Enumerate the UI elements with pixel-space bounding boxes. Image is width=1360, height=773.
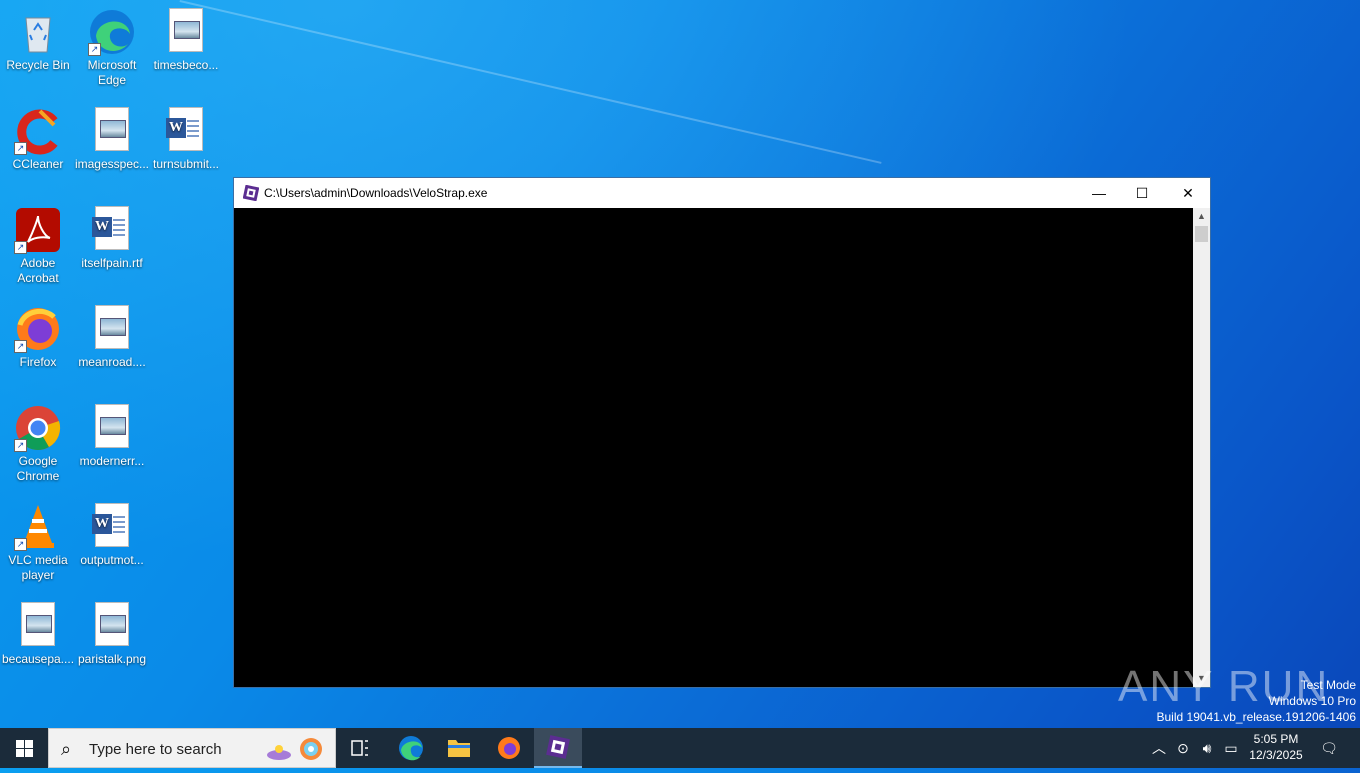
test-mode-watermark: Test Mode Windows 10 Pro Build 19041.vb_…: [1157, 677, 1357, 725]
image-file-icon: [88, 404, 136, 452]
desktop-icon-paristalk[interactable]: paristalk.png: [74, 602, 150, 667]
desktop-icon-label: CCleaner: [12, 157, 64, 171]
taskbar-firefox-button[interactable]: [485, 728, 533, 768]
desktop-icon-label: turnsubmit...: [152, 157, 220, 171]
desktop-icon-label: imagesspec...: [74, 157, 150, 171]
taskbar-edge-button[interactable]: [387, 728, 435, 768]
taskbar-file-explorer-button[interactable]: [435, 728, 483, 768]
window-title: C:\Users\admin\Downloads\VeloStrap.exe: [264, 186, 488, 200]
desktop-icon-meanroad[interactable]: meanroad....: [74, 305, 150, 370]
edge-icon: ↗: [88, 8, 136, 56]
desktop-icon-label: modernerr...: [79, 454, 145, 468]
desktop-icon-imagesspec[interactable]: imagesspec...: [74, 107, 150, 172]
taskbar-clock[interactable]: 5:05 PM 12/3/2025: [1238, 731, 1314, 763]
desktop-icon-label: itselfpain.rtf: [81, 256, 143, 270]
edge-icon: [399, 736, 423, 761]
desktop-icon-itselfpain[interactable]: W itselfpain.rtf: [74, 206, 150, 271]
scroll-up-arrow-icon[interactable]: ▲: [1193, 208, 1210, 225]
desktop-icon-firefox[interactable]: ↗ Firefox: [0, 305, 76, 370]
image-file-icon: [162, 8, 210, 56]
desktop-icon-modernerr[interactable]: modernerr...: [74, 404, 150, 469]
taskbar: ⌕ Type here to search ︿ ⊙ 🔊︎ ▭ 5:05 PM 1…: [0, 728, 1360, 768]
clock-time: 5:05 PM: [1253, 732, 1299, 746]
desktop-icon-turnsubmit[interactable]: W turnsubmit...: [148, 107, 224, 172]
search-highlight-icon: [267, 738, 322, 760]
desktop-icon-recycle-bin[interactable]: Recycle Bin: [0, 8, 76, 73]
window-titlebar[interactable]: C:\Users\admin\Downloads\VeloStrap.exe —…: [234, 178, 1210, 208]
desktop-icon-label: becausepa....: [1, 652, 75, 666]
ccleaner-icon: ↗: [14, 107, 62, 155]
recycle-bin-icon: [14, 8, 62, 56]
desktop-icon-label: Microsoft Edge: [87, 58, 137, 87]
desktop-icon-outputmot[interactable]: W outputmot...: [74, 503, 150, 568]
task-view-icon: [351, 740, 368, 756]
shortcut-arrow-icon: ↗: [14, 241, 27, 254]
search-placeholder: Type here to search: [89, 741, 222, 758]
start-button[interactable]: [0, 728, 48, 768]
shortcut-arrow-icon: ↗: [14, 538, 27, 551]
watermark-line: Build 19041.vb_release.191206-1406: [1156, 710, 1357, 724]
velostrap-app-icon: [243, 185, 259, 201]
desktop-icon-label: Adobe Acrobat: [17, 256, 59, 285]
chrome-icon: ↗: [14, 404, 62, 452]
word-file-icon: W: [162, 107, 210, 155]
desktop-icon-acrobat[interactable]: ↗ Adobe Acrobat: [0, 206, 76, 286]
taskbar-velostrap-button[interactable]: [534, 728, 582, 768]
desktop-icon-ccleaner[interactable]: ↗ CCleaner: [0, 107, 76, 172]
firefox-icon: [498, 737, 520, 759]
desktop-icon-label: outputmot...: [80, 553, 144, 567]
vertical-scrollbar[interactable]: ▲ ▼: [1193, 208, 1210, 687]
watermark-line: Windows 10 Pro: [1268, 694, 1356, 708]
folder-icon: [448, 740, 470, 757]
desktop-icon-label: VLC media player: [8, 553, 68, 582]
shortcut-arrow-icon: ↗: [14, 142, 27, 155]
console-window[interactable]: C:\Users\admin\Downloads\VeloStrap.exe —…: [233, 177, 1211, 688]
desktop-icon-edge[interactable]: ↗ Microsoft Edge: [74, 8, 150, 88]
maximize-button[interactable]: ☐: [1119, 178, 1165, 208]
task-view-button[interactable]: [336, 728, 384, 768]
desktop-icon-label: meanroad....: [78, 355, 146, 369]
desktop-icon-label: paristalk.png: [77, 652, 147, 666]
volume-icon[interactable]: 🔊︎: [1196, 728, 1218, 768]
notification-center-icon[interactable]: 🗨︎: [1314, 728, 1344, 768]
show-hidden-icons-chevron-icon[interactable]: ︿: [1148, 728, 1170, 768]
shortcut-arrow-icon: ↗: [14, 340, 27, 353]
shortcut-arrow-icon: ↗: [14, 439, 27, 452]
desktop-icon-label: Recycle Bin: [6, 58, 70, 72]
shortcut-arrow-icon: ↗: [88, 43, 101, 56]
image-file-icon: [14, 602, 62, 650]
desktop-icon-label: timesbeco...: [153, 58, 219, 72]
desktop-icon-timesbeco[interactable]: timesbeco...: [148, 8, 224, 73]
velostrap-app-icon: [546, 735, 570, 759]
word-file-icon: W: [88, 206, 136, 254]
firefox-icon: ↗: [14, 305, 62, 353]
clock-date: 12/3/2025: [1249, 748, 1303, 762]
desktop-icon-vlc[interactable]: ↗ VLC media player: [0, 503, 76, 583]
minimize-button[interactable]: —: [1076, 178, 1122, 208]
image-file-icon: [88, 305, 136, 353]
image-file-icon: [88, 602, 136, 650]
close-button[interactable]: ✕: [1165, 178, 1211, 208]
desktop-icon-chrome[interactable]: ↗ Google Chrome: [0, 404, 76, 484]
desktop-icon-label: Google Chrome: [16, 454, 60, 483]
watermark-line: Test Mode: [1300, 678, 1356, 692]
desktop-icon-label: Firefox: [19, 355, 57, 369]
image-file-icon: [88, 107, 136, 155]
taskbar-search-box[interactable]: ⌕ Type here to search: [48, 728, 336, 768]
search-icon: ⌕: [61, 739, 72, 759]
desktop-icon-becausepa[interactable]: becausepa....: [0, 602, 76, 667]
vlc-icon: ↗: [14, 503, 62, 551]
scrollbar-thumb[interactable]: [1195, 226, 1208, 242]
camera-icon[interactable]: ⊙: [1172, 728, 1194, 768]
console-output-area[interactable]: [234, 208, 1194, 687]
word-file-icon: W: [88, 503, 136, 551]
acrobat-icon: ↗: [14, 206, 62, 254]
